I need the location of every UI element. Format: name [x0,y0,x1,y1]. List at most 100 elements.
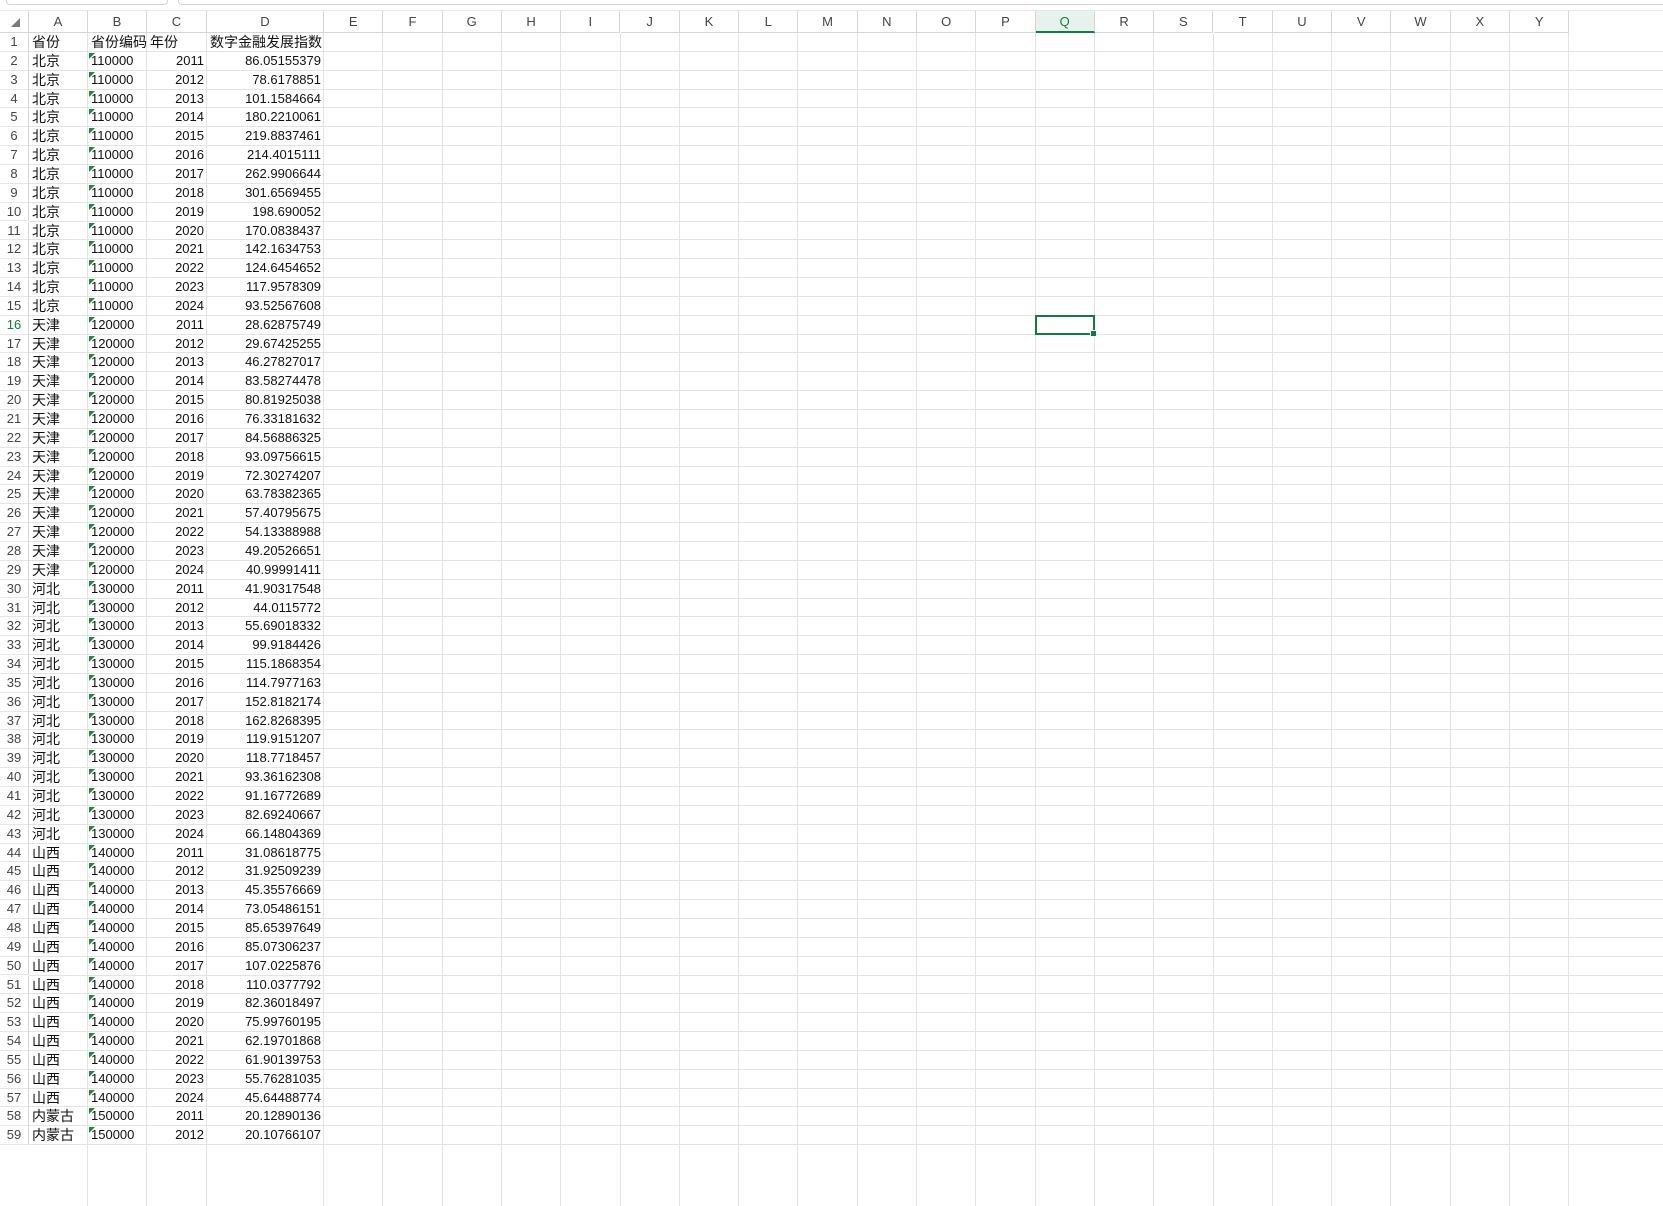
cell-province[interactable]: 河北 [29,674,88,693]
header-cell-province[interactable]: 省份 [29,33,88,52]
cell-province[interactable]: 天津 [29,429,88,448]
cell-province[interactable]: 山西 [29,957,88,976]
column-header-v[interactable]: V [1332,11,1392,33]
cell-province[interactable]: 北京 [29,146,88,165]
cell-province-code[interactable]: 140000 [88,900,147,919]
cell-province-code[interactable]: 150000 [88,1107,147,1126]
column-header-m[interactable]: M [798,11,858,33]
cell-province[interactable]: 天津 [29,485,88,504]
cell-year[interactable]: 2016 [147,674,207,693]
cell-index-value[interactable]: 28.62875749 [207,316,324,335]
cell-province-code[interactable]: 130000 [88,787,147,806]
cell-province-code[interactable]: 110000 [88,90,147,109]
row-header[interactable]: 53 [0,1013,29,1033]
row-header[interactable]: 35 [0,673,29,693]
row-header[interactable]: 29 [0,560,29,580]
cell-year[interactable]: 2022 [147,1051,207,1070]
cell-year[interactable]: 2020 [147,222,207,241]
column-header-t[interactable]: T [1213,11,1273,33]
cell-index-value[interactable]: 115.1868354 [207,655,324,674]
cell-province[interactable]: 北京 [29,52,88,71]
row-header[interactable]: 31 [0,598,29,618]
row-header[interactable]: 42 [0,805,29,825]
row-header[interactable]: 17 [0,334,29,354]
number-as-text-warning-icon[interactable] [89,1089,95,1096]
cell-year[interactable]: 2020 [147,485,207,504]
cell-year[interactable]: 2023 [147,278,207,297]
cell-year[interactable]: 2015 [147,655,207,674]
column-header-r[interactable]: R [1094,11,1155,33]
cell-province-code[interactable]: 130000 [88,768,147,787]
column-header-q[interactable]: Q [1035,11,1095,33]
cell-province[interactable]: 河北 [29,693,88,712]
row-header[interactable]: 8 [0,164,29,184]
cell-index-value[interactable]: 73.05486151 [207,900,324,919]
column-header-i[interactable]: I [561,11,621,33]
cell-year[interactable]: 2014 [147,372,207,391]
cell-province-code[interactable]: 110000 [88,108,147,127]
row-header[interactable]: 20 [0,391,29,410]
cell-province-code[interactable]: 110000 [88,203,147,222]
cell-index-value[interactable]: 119.9151207 [207,730,324,749]
spreadsheet-grid[interactable]: ABCDEFGHIJKLMNOPQRSTUVWXY 1 2 3 4 5 6 7 8 9 10 11 1… [0,0,1663,1206]
column-header-x[interactable]: X [1450,11,1510,33]
row-header[interactable]: 41 [0,787,29,806]
column-header-n[interactable]: N [857,11,917,33]
cell-index-value[interactable]: 31.08618775 [207,844,324,863]
number-as-text-warning-icon[interactable] [89,693,95,700]
cell-year[interactable]: 2014 [147,900,207,919]
number-as-text-warning-icon[interactable] [89,844,95,851]
cell-province[interactable]: 山西 [29,1070,88,1089]
cell-index-value[interactable]: 118.7718457 [207,749,324,768]
cell-year[interactable]: 2024 [147,561,207,580]
header-cell-year[interactable]: 年份 [147,33,207,52]
cell-province-code[interactable]: 130000 [88,712,147,731]
cell-year[interactable]: 2018 [147,184,207,203]
cell-year[interactable]: 2012 [147,71,207,90]
number-as-text-warning-icon[interactable] [89,1108,95,1115]
row-header[interactable]: 19 [0,372,29,392]
number-as-text-warning-icon[interactable] [89,52,95,59]
cell-province[interactable]: 河北 [29,580,88,599]
cell-province-code[interactable]: 120000 [88,391,147,410]
cell-year[interactable]: 2016 [147,410,207,429]
row-header[interactable]: 57 [0,1088,29,1108]
cell-year[interactable]: 2018 [147,448,207,467]
number-as-text-warning-icon[interactable] [89,71,95,78]
cell-province[interactable]: 天津 [29,542,88,561]
number-as-text-warning-icon[interactable] [89,938,95,945]
column-header-f[interactable]: F [383,11,443,33]
cell-year[interactable]: 2021 [147,504,207,523]
cell-province-code[interactable]: 130000 [88,806,147,825]
row-header[interactable]: 11 [0,221,29,241]
cell-province[interactable]: 北京 [29,240,88,259]
row-header[interactable]: 52 [0,994,29,1014]
cell-index-value[interactable]: 91.16772689 [207,787,324,806]
cell-index-value[interactable]: 82.36018497 [207,994,324,1013]
cell-index-value[interactable]: 301.6569455 [207,184,324,203]
cell-province[interactable]: 北京 [29,222,88,241]
cell-province-code[interactable]: 110000 [88,259,147,278]
cell-index-value[interactable]: 114.7977163 [207,674,324,693]
cell-province-code[interactable]: 140000 [88,1051,147,1070]
row-header[interactable]: 24 [0,466,29,486]
cell-province-code[interactable]: 140000 [88,1070,147,1089]
column-header-k[interactable]: K [679,11,740,33]
cell-index-value[interactable]: 31.92509239 [207,862,324,881]
column-header-s[interactable]: S [1154,11,1214,33]
cell-year[interactable]: 2022 [147,259,207,278]
cell-province[interactable]: 北京 [29,127,88,146]
cell-year[interactable]: 2020 [147,749,207,768]
cell-index-value[interactable]: 162.8268395 [207,712,324,731]
header-cell-index[interactable]: 数字金融发展指数 [207,33,367,52]
cell-index-value[interactable]: 20.12890136 [207,1107,324,1126]
cell-year[interactable]: 2015 [147,919,207,938]
row-header[interactable]: 38 [0,730,29,750]
number-as-text-warning-icon[interactable] [89,90,95,97]
cell-year[interactable]: 2021 [147,768,207,787]
cell-year[interactable]: 2024 [147,297,207,316]
cell-index-value[interactable]: 219.8837461 [207,127,324,146]
cell-province[interactable]: 天津 [29,316,88,335]
cell-province[interactable]: 山西 [29,1089,88,1108]
cell-index-value[interactable]: 117.9578309 [207,278,324,297]
